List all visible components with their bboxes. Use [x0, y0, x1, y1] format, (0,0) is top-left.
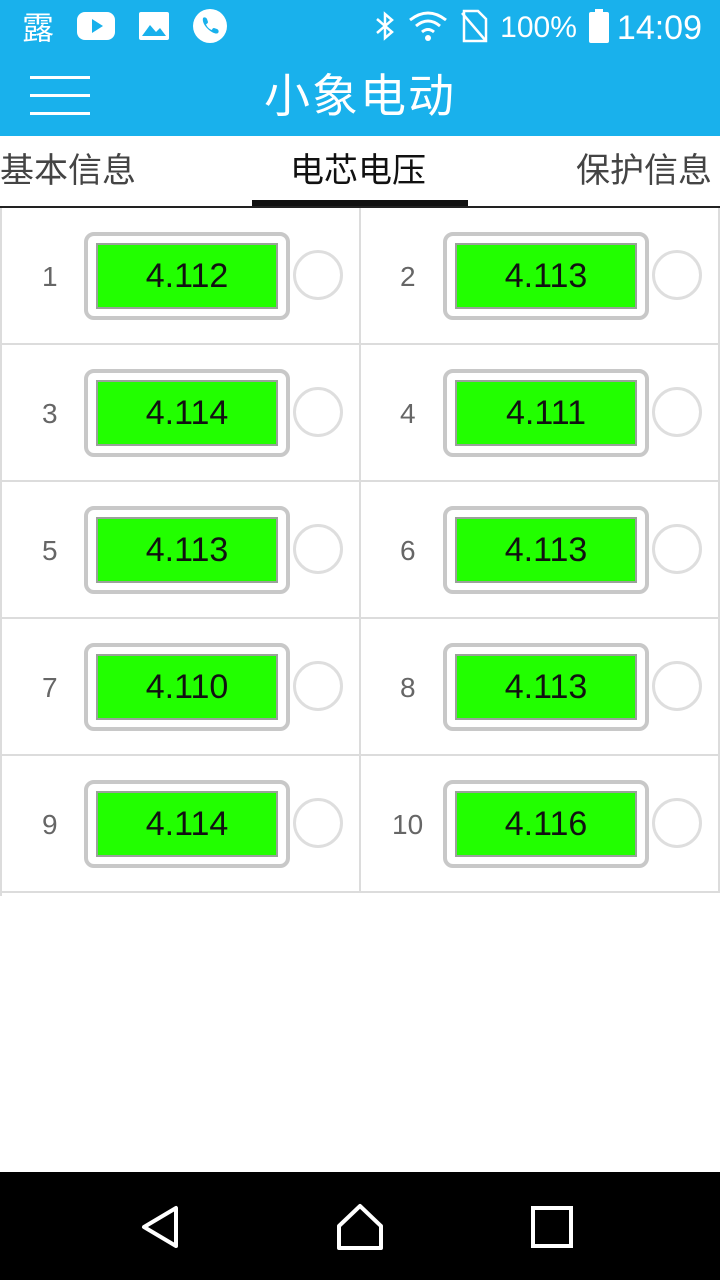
no-sim-icon — [460, 9, 488, 47]
cell-item: 6 4.113 — [361, 482, 720, 619]
voltage-value: 4.113 — [455, 654, 637, 720]
balance-indicator-icon — [293, 524, 343, 574]
system-status-icons: 100% 14:09 — [362, 8, 702, 48]
balance-indicator-icon — [652, 250, 702, 300]
cell-item: 4 4.111 — [361, 345, 720, 482]
youtube-icon — [76, 11, 116, 45]
balance-indicator-icon — [293, 798, 343, 848]
hamburger-menu-icon[interactable] — [30, 74, 90, 118]
cell-item: 7 4.110 — [2, 619, 361, 756]
cell-item: 2 4.113 — [361, 208, 720, 345]
sun-dew-app-icon: 露 — [22, 9, 55, 47]
tab-cell-voltage[interactable]: 电芯电压 — [290, 136, 426, 206]
voltage-value: 4.113 — [96, 517, 278, 583]
balance-indicator-icon — [293, 661, 343, 711]
balance-indicator-icon — [652, 798, 702, 848]
clock: 14:09 — [616, 9, 702, 47]
app-title: 小象电动 — [264, 69, 456, 123]
wifi-icon — [408, 10, 448, 46]
cell-index: 9 — [42, 809, 58, 840]
voltage-value: 4.112 — [96, 243, 278, 309]
status-bar: 露 100% 14:09 — [0, 0, 720, 56]
tab-bar: 基本信息 电芯电压 保护信息 — [0, 136, 720, 208]
voltage-display: 4.114 — [84, 780, 290, 868]
cell-voltage-grid: 1 4.112 2 4.113 3 4.114 4 4.111 5 4.113 … — [0, 208, 720, 896]
balance-indicator-icon — [293, 387, 343, 437]
home-icon[interactable] — [335, 1202, 385, 1252]
voltage-display: 4.116 — [443, 780, 649, 868]
cell-index: 2 — [400, 261, 416, 292]
cell-index: 3 — [42, 398, 58, 429]
cell-index: 1 — [42, 261, 58, 292]
cell-index: 4 — [400, 398, 416, 429]
tab-basic-info[interactable]: 基本信息 — [0, 136, 136, 206]
voltage-value: 4.113 — [455, 517, 637, 583]
bluetooth-icon — [374, 10, 396, 46]
cell-item: 10 4.116 — [361, 756, 720, 893]
voltage-value: 4.113 — [455, 243, 637, 309]
cell-index: 7 — [42, 672, 58, 703]
voltage-display: 4.114 — [84, 369, 290, 457]
cell-index: 5 — [42, 535, 58, 566]
balance-indicator-icon — [652, 387, 702, 437]
app-bar: 小象电动 — [0, 56, 720, 136]
cell-item: 8 4.113 — [361, 619, 720, 756]
voltage-display: 4.110 — [84, 643, 290, 731]
battery-icon — [588, 9, 609, 47]
voltage-display: 4.113 — [443, 232, 649, 320]
voltage-value: 4.110 — [96, 654, 278, 720]
cell-item: 1 4.112 — [2, 208, 361, 345]
navigation-bar — [0, 1172, 720, 1280]
cell-item: 5 4.113 — [2, 482, 361, 619]
notification-icons: 露 — [22, 8, 250, 48]
voltage-display: 4.112 — [84, 232, 290, 320]
voltage-value: 4.116 — [455, 791, 637, 857]
cell-item: 3 4.114 — [2, 345, 361, 482]
balance-indicator-icon — [652, 524, 702, 574]
voltage-display: 4.113 — [443, 643, 649, 731]
cell-index: 6 — [400, 535, 416, 566]
cell-item: 9 4.114 — [2, 756, 361, 893]
cell-index: 10 — [392, 809, 424, 840]
voltage-value: 4.114 — [96, 791, 278, 857]
back-icon[interactable] — [136, 1202, 186, 1252]
voltage-display: 4.113 — [443, 506, 649, 594]
balance-indicator-icon — [652, 661, 702, 711]
active-tab-indicator — [252, 200, 468, 206]
battery-percent: 100% — [500, 11, 577, 44]
cell-index: 8 — [400, 672, 416, 703]
phone-icon — [192, 8, 228, 48]
voltage-display: 4.113 — [84, 506, 290, 594]
balance-indicator-icon — [293, 250, 343, 300]
tab-protection-info[interactable]: 保护信息 — [576, 136, 712, 206]
gallery-icon — [138, 11, 170, 45]
recents-icon[interactable] — [527, 1202, 577, 1252]
voltage-display: 4.111 — [443, 369, 649, 457]
voltage-value: 4.114 — [96, 380, 278, 446]
voltage-value: 4.111 — [455, 380, 637, 446]
